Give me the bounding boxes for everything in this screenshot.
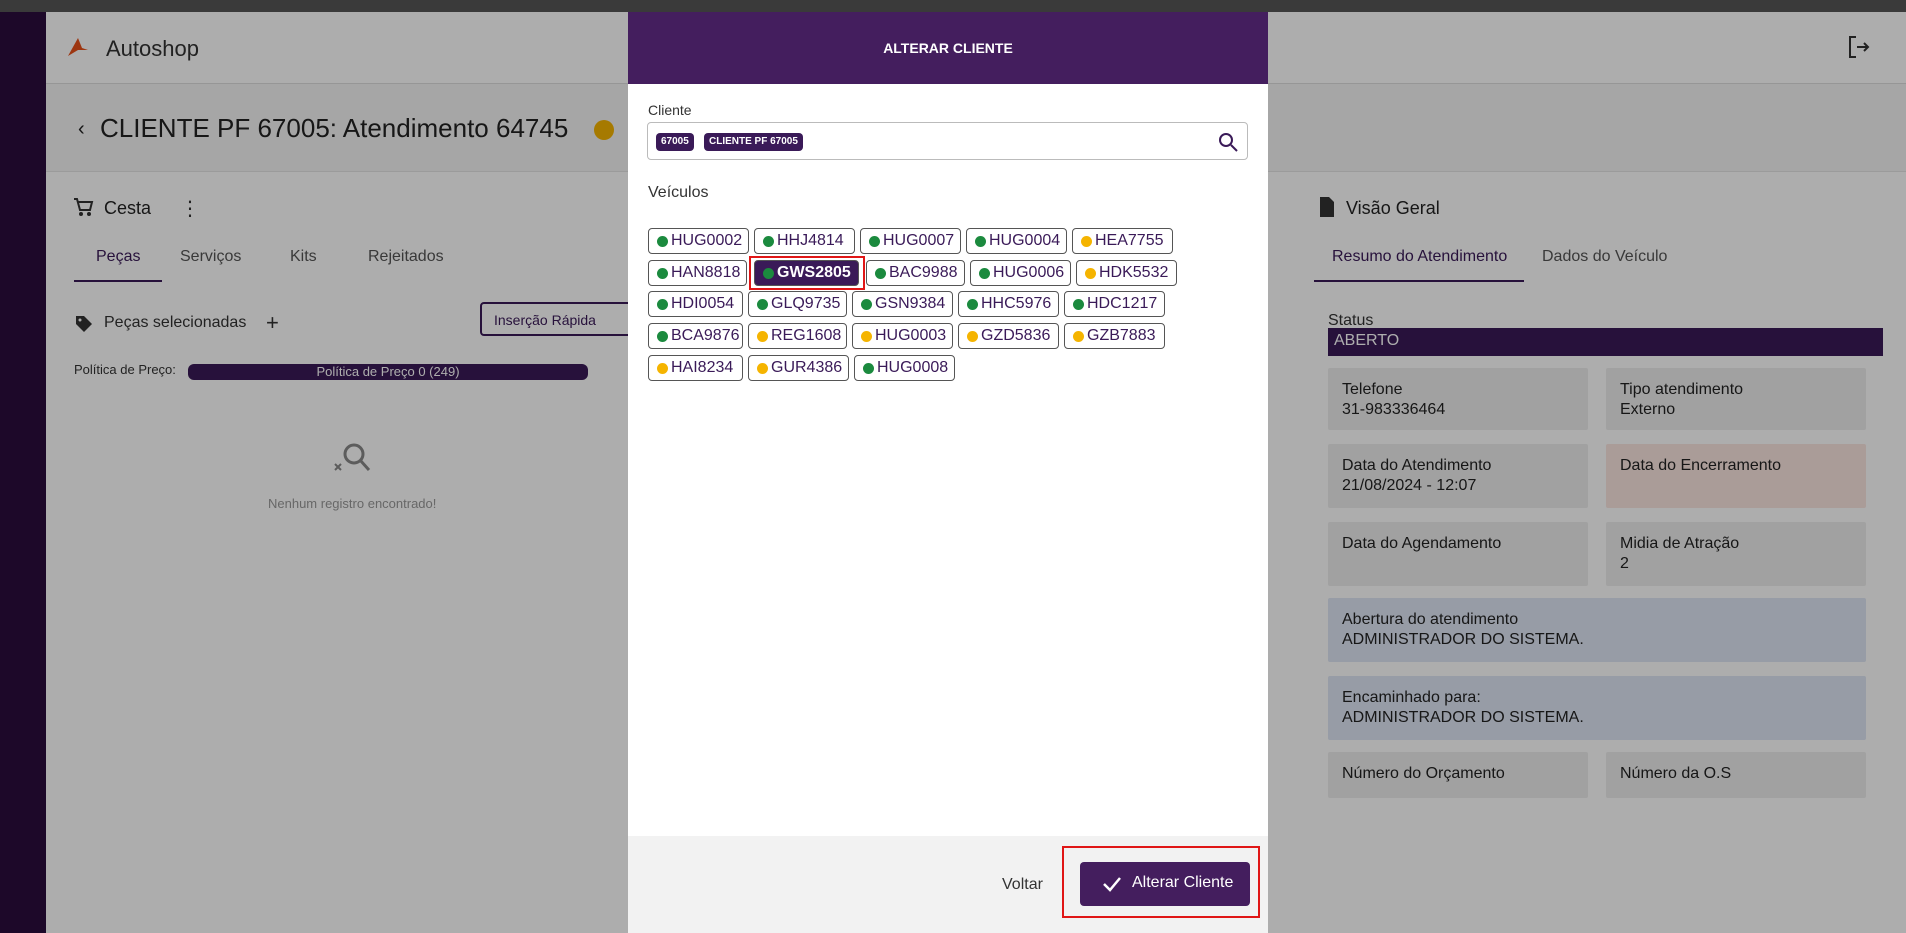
vehicle-plate: HUG0008 <box>877 359 949 376</box>
cliente-label: Cliente <box>648 102 692 118</box>
status-dot <box>757 331 768 342</box>
vehicle-chip[interactable]: HUG0003 <box>852 323 953 349</box>
vehicle-plate: HUG0002 <box>671 232 743 249</box>
vehicle-chip[interactable]: GZB7883 <box>1064 323 1165 349</box>
status-dot <box>861 331 872 342</box>
status-dot <box>757 299 768 310</box>
button-highlight <box>1062 846 1260 918</box>
vehicle-plate: HUG0004 <box>989 232 1061 249</box>
vehicle-chip[interactable]: BAC9988 <box>866 260 965 286</box>
status-dot <box>975 236 986 247</box>
vehicle-chip[interactable]: BCA9876 <box>648 323 743 349</box>
vehicle-plate: HUG0003 <box>875 327 947 344</box>
status-dot <box>861 299 872 310</box>
cliente-input[interactable]: 67005 CLIENTE PF 67005 <box>647 122 1248 160</box>
vehicle-plate: HEA7755 <box>1095 232 1164 249</box>
vehicle-chip[interactable]: GSN9384 <box>852 291 953 317</box>
vehicle-chip[interactable]: REG1608 <box>748 323 847 349</box>
vehicle-chip[interactable]: HDK5532 <box>1076 260 1177 286</box>
vehicle-chip[interactable]: GUR4386 <box>748 355 849 381</box>
vehicle-plate: GZD5836 <box>981 327 1051 344</box>
vehicle-plate: BCA9876 <box>671 327 740 344</box>
vehicle-chip[interactable]: HHJ4814 <box>754 228 855 254</box>
browser-top-strip <box>0 0 1906 12</box>
status-dot <box>1085 268 1096 279</box>
search-icon[interactable] <box>1217 131 1239 153</box>
status-dot <box>657 299 668 310</box>
vehicle-plate: BAC9988 <box>889 264 958 281</box>
vehicle-chip[interactable]: HHC5976 <box>958 291 1059 317</box>
vehicle-plate: HDC1217 <box>1087 295 1158 312</box>
status-dot <box>657 236 668 247</box>
status-dot <box>763 236 774 247</box>
status-dot <box>875 268 886 279</box>
vehicle-plate: HUG0006 <box>993 264 1065 281</box>
vehicle-plate: HHC5976 <box>981 295 1052 312</box>
vehicle-chip[interactable]: HUG0002 <box>648 228 749 254</box>
vehicle-plate: HDI0054 <box>671 295 735 312</box>
status-dot <box>1073 299 1084 310</box>
vehicle-plate: HUG0007 <box>883 232 955 249</box>
status-dot <box>1073 331 1084 342</box>
vehicle-plate: HAN8818 <box>671 264 741 281</box>
vehicle-chip[interactable]: HUG0004 <box>966 228 1067 254</box>
status-dot <box>869 236 880 247</box>
status-dot <box>967 331 978 342</box>
status-dot <box>1081 236 1092 247</box>
modal-title: ALTERAR CLIENTE <box>628 12 1268 84</box>
vehicle-chip[interactable]: HDC1217 <box>1064 291 1165 317</box>
veiculos-label: Veículos <box>648 184 709 201</box>
vehicle-chip[interactable]: HDI0054 <box>648 291 743 317</box>
vehicle-plate: GZB7883 <box>1087 327 1156 344</box>
status-dot <box>657 363 668 374</box>
vehicle-plate: REG1608 <box>771 327 842 344</box>
status-dot <box>657 331 668 342</box>
cliente-chip-id[interactable]: 67005 <box>656 133 694 151</box>
vehicle-chip[interactable]: HEA7755 <box>1072 228 1173 254</box>
vehicle-plate: GLQ9735 <box>771 295 841 312</box>
vehicle-chip[interactable]: HUG0007 <box>860 228 961 254</box>
status-dot <box>657 268 668 279</box>
vehicle-plate: HHJ4814 <box>777 232 844 249</box>
vehicle-chip[interactable]: HUG0006 <box>970 260 1071 286</box>
vehicle-chip[interactable]: GZD5836 <box>958 323 1059 349</box>
status-dot <box>967 299 978 310</box>
selection-highlight <box>749 256 865 290</box>
alterar-cliente-modal: ALTERAR CLIENTE Cliente 67005 CLIENTE PF… <box>628 12 1268 933</box>
vehicle-chip[interactable]: HAI8234 <box>648 355 743 381</box>
vehicle-chip[interactable]: HAN8818 <box>648 260 747 286</box>
vehicle-plate: HAI8234 <box>671 359 734 376</box>
vehicle-chip[interactable]: HUG0008 <box>854 355 955 381</box>
cliente-chip-name[interactable]: CLIENTE PF 67005 <box>704 133 803 151</box>
vehicle-plate: GSN9384 <box>875 295 946 312</box>
vehicle-chip[interactable]: GLQ9735 <box>748 291 847 317</box>
voltar-button[interactable]: Voltar <box>1002 876 1043 894</box>
vehicle-plate: HDK5532 <box>1099 264 1169 281</box>
status-dot <box>863 363 874 374</box>
status-dot <box>979 268 990 279</box>
vehicle-plate: GUR4386 <box>771 359 843 376</box>
status-dot <box>757 363 768 374</box>
